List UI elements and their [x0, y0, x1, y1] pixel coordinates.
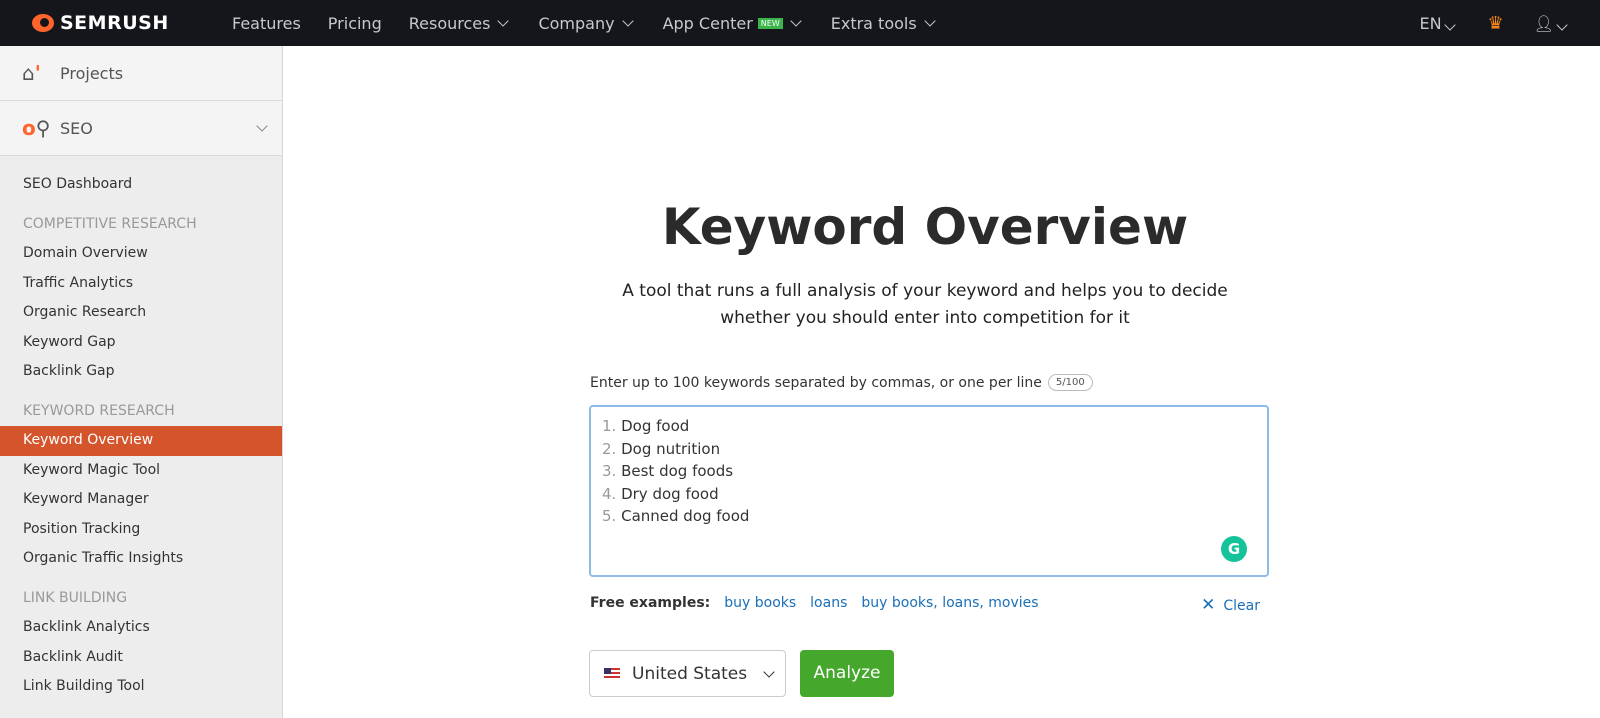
sidebar-item[interactable]: Organic Traffic Insights [0, 544, 282, 574]
keywords-textarea[interactable]: 1. Dog food 2. Dog nutrition 3. Best dog f… [589, 405, 1269, 577]
sidebar-item[interactable]: Keyword Manager [0, 485, 282, 515]
example-link[interactable]: buy books [724, 595, 796, 611]
semrush-logo[interactable]: SEMRUSH [32, 12, 232, 34]
sidebar-section-heading: LINK BUILDING [23, 589, 128, 606]
sidebar-item[interactable]: Keyword Overview [0, 426, 282, 456]
nav-app-center[interactable]: App Center NEW [663, 14, 804, 33]
sidebar-section-heading: KEYWORD RESEARCH [23, 402, 175, 419]
line-number: 1. [602, 417, 622, 435]
brand-name: SEMRUSH [60, 12, 169, 34]
examples-label: Free examples: [590, 595, 711, 611]
line-number: 3. [602, 462, 622, 481]
free-examples: Free examples: buy books loans buy books… [590, 595, 1260, 615]
clear-label: Clear [1223, 598, 1260, 614]
keyword-text: Dog food [621, 417, 690, 435]
keyword-text: Canned dog food [621, 507, 750, 526]
example-link[interactable]: loans [810, 595, 847, 611]
seo-key-icon: o⚲ [22, 116, 51, 140]
country-label: United States [632, 663, 748, 684]
nav-extra-tools[interactable]: Extra tools [831, 14, 938, 33]
sidebar-item[interactable]: SEO Dashboard [0, 170, 282, 200]
nav-label: App Center [662, 13, 753, 33]
keyword-line: 3. Best dog foods [602, 460, 1256, 483]
chevron-down-icon [790, 15, 802, 27]
keyword-line: 2. Dog nutrition [602, 438, 1256, 461]
sidebar-item[interactable]: Backlink Gap [0, 357, 282, 387]
top-navbar: SEMRUSH Features Pricing Resources Compa… [0, 0, 1600, 46]
subtitle-line: whether you should enter into competitio… [720, 308, 1130, 328]
nav-features[interactable]: Features [232, 14, 301, 33]
keyword-line: 5. Canned dog food [602, 505, 1256, 528]
seo-label: SEO [60, 118, 93, 138]
example-link[interactable]: buy books, loans, movies [861, 595, 1038, 611]
grammarly-icon[interactable]: G [1221, 536, 1247, 562]
keyword-line: 4. Dry dog food [602, 483, 1256, 506]
sidebar-item[interactable]: Backlink Audit [0, 643, 282, 673]
keyword-text: Dog nutrition [621, 439, 721, 458]
home-icon: ⌂' [22, 61, 41, 85]
nav-resources[interactable]: Resources [409, 14, 512, 33]
sidebar-item[interactable]: Keyword Gap [0, 328, 282, 358]
sidebar-list: SEO Dashboard COMPETITIVE RESEARCH Domain … [0, 156, 282, 702]
chevron-down-icon [497, 15, 510, 27]
input-label: Enter up to 100 keywords separated by co… [590, 374, 1093, 391]
chevron-down-icon [1556, 18, 1568, 31]
chevron-down-icon [1443, 18, 1456, 31]
crown-icon[interactable]: ♛ [1488, 13, 1504, 34]
nav-pricing[interactable]: Pricing [328, 14, 382, 33]
sidebar-item[interactable]: Organic Research [0, 298, 282, 328]
chevron-down-icon [763, 665, 775, 678]
chevron-down-icon [621, 15, 634, 27]
sidebar-item[interactable]: Backlink Analytics [0, 613, 282, 643]
subtitle-line: A tool that runs a full analysis of your… [622, 281, 1228, 301]
sidebar: ⌂' Projects o⚲ SEO SEO Dashboard COMPETITIV… [0, 46, 283, 718]
line-number: 4. [602, 484, 622, 503]
language-selector[interactable]: EN [1419, 14, 1457, 33]
country-select[interactable]: United States [589, 650, 786, 697]
nav-company[interactable]: Company [538, 14, 635, 33]
keyword-line: 1. Dog food [602, 415, 1256, 438]
nav-label: Company [538, 13, 615, 33]
sidebar-item[interactable]: Keyword Magic Tool [0, 456, 282, 486]
page-title: Keyword Overview [661, 198, 1189, 256]
user-icon: 👤︎ [1533, 13, 1554, 33]
language-label: EN [1419, 13, 1442, 33]
nav-label: Extra tools [830, 13, 917, 33]
user-menu[interactable]: 👤︎ [1534, 14, 1570, 33]
sidebar-projects[interactable]: ⌂' Projects [0, 46, 282, 101]
keyword-text: Best dog foods [621, 462, 734, 481]
keyword-counter: 5/100 [1047, 374, 1093, 391]
sidebar-item[interactable]: Domain Overview [0, 239, 282, 269]
line-number: 5. [602, 507, 622, 526]
main-content: Keyword Overview A tool that runs a full… [284, 46, 1600, 718]
nav-label: Resources [408, 13, 491, 33]
sidebar-item[interactable]: Position Tracking [0, 515, 282, 545]
close-icon: ✕ [1201, 595, 1216, 615]
clear-button[interactable]: ✕ Clear [1201, 595, 1260, 615]
sidebar-item[interactable]: Traffic Analytics [0, 269, 282, 299]
sidebar-section-heading: COMPETITIVE RESEARCH [23, 215, 197, 232]
input-label-text: Enter up to 100 keywords separated by co… [590, 374, 1042, 391]
projects-label: Projects [60, 63, 124, 83]
logo-icon [32, 14, 54, 32]
chevron-down-icon [924, 15, 936, 27]
sidebar-item[interactable]: Link Building Tool [0, 672, 282, 702]
page-subtitle: A tool that runs a full analysis of your… [284, 278, 1566, 332]
line-number: 2. [602, 439, 622, 458]
sidebar-seo[interactable]: o⚲ SEO [0, 101, 282, 156]
keyword-text: Dry dog food [621, 484, 719, 503]
new-badge: NEW [757, 17, 783, 29]
us-flag-icon [604, 668, 620, 679]
analyze-button[interactable]: Analyze [800, 650, 894, 697]
chevron-down-icon [256, 120, 268, 132]
